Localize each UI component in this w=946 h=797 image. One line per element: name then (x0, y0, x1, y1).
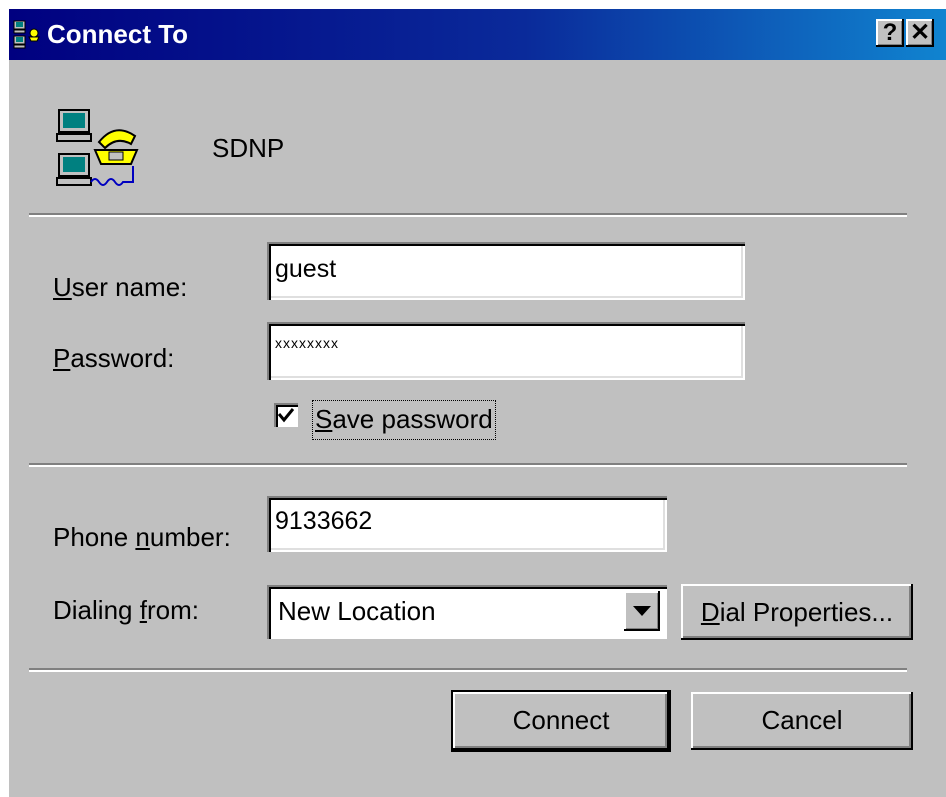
password-input[interactable]: xxxxxxxx (267, 322, 745, 380)
user-name-input[interactable]: guest (267, 242, 745, 300)
dropdown-arrow-icon[interactable] (624, 591, 660, 631)
separator (29, 668, 907, 672)
dialup-networking-icon (13, 20, 40, 49)
save-password-checkbox[interactable] (274, 403, 298, 427)
dialing-from-value: New Location (278, 596, 436, 626)
checkmark-icon (277, 408, 295, 423)
phone-number-label: Phone number: (53, 522, 231, 552)
close-button[interactable]: ✕ (906, 19, 934, 47)
cancel-button[interactable]: Cancel (691, 692, 913, 750)
separator (29, 463, 907, 467)
connection-name: SDNP (212, 133, 285, 163)
dialing-from-label: Dialing from: (53, 595, 199, 625)
connect-to-dialog: Connect To ? ✕ SDNP User name: guest Pas… (9, 9, 946, 797)
window-title: Connect To (47, 19, 189, 49)
phone-number-input[interactable]: 9133662 (267, 496, 667, 552)
dial-properties-button[interactable]: Dial Properties... (681, 584, 913, 640)
dialing-from-select[interactable]: New Location (267, 585, 667, 639)
dialup-connection-icon (56, 109, 139, 186)
save-password-label[interactable]: Save password (312, 400, 496, 440)
separator (29, 213, 907, 217)
title-bar[interactable]: Connect To ? ✕ (9, 9, 946, 60)
password-label: Password: (53, 343, 175, 373)
user-name-label: User name: (53, 272, 188, 302)
help-button[interactable]: ? (876, 19, 904, 47)
connect-button[interactable]: Connect (453, 692, 669, 750)
